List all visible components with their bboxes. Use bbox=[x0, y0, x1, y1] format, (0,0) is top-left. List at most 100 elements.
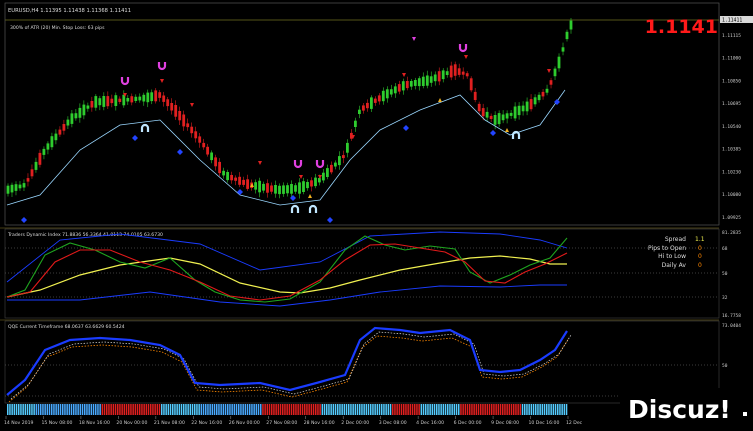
histogram-bar bbox=[537, 404, 539, 415]
histogram-bar bbox=[515, 404, 517, 415]
candle-body bbox=[354, 120, 357, 127]
candle-body bbox=[262, 183, 265, 191]
price-axis-label: 1.11000 bbox=[722, 56, 741, 62]
histogram-bar bbox=[209, 404, 211, 415]
histogram-bar bbox=[306, 404, 308, 415]
histogram-bar bbox=[200, 404, 203, 415]
histogram-bar bbox=[229, 404, 231, 415]
histogram-bar bbox=[282, 404, 284, 415]
candle-body bbox=[545, 88, 549, 93]
candle-body bbox=[106, 96, 110, 107]
histogram-bar bbox=[147, 404, 150, 415]
histogram-bar bbox=[213, 404, 216, 415]
histogram-bar bbox=[420, 404, 423, 415]
price-axis-label: 1.11115 bbox=[722, 33, 741, 39]
candle-body bbox=[433, 74, 437, 82]
histogram-bar bbox=[273, 404, 275, 415]
candle-body bbox=[90, 101, 94, 108]
histogram-bar bbox=[158, 404, 161, 415]
histogram-bar bbox=[189, 404, 192, 415]
candle-body bbox=[370, 97, 373, 109]
histogram-bar bbox=[530, 404, 533, 415]
histogram-bar bbox=[471, 404, 473, 415]
price-axis-label: 1.10695 bbox=[722, 101, 741, 107]
candle-body bbox=[561, 47, 565, 52]
histogram-bar bbox=[167, 404, 170, 415]
price-axis-label: 1.09925 bbox=[722, 215, 741, 221]
histogram-bar bbox=[359, 404, 361, 415]
candle-body bbox=[218, 161, 221, 174]
tdi-axis-50: 50 bbox=[722, 271, 728, 277]
daily-av-label: Daily Av bbox=[662, 262, 687, 269]
histogram-bar bbox=[152, 404, 154, 415]
histogram-bar bbox=[279, 404, 282, 415]
histogram-bar bbox=[301, 404, 304, 415]
histogram-bar bbox=[411, 404, 414, 415]
histogram-bar bbox=[224, 404, 227, 415]
histogram-bar bbox=[227, 404, 229, 415]
histogram-bar bbox=[414, 404, 416, 415]
histogram-bar bbox=[288, 404, 291, 415]
histogram-bar bbox=[405, 404, 407, 415]
histogram-bar bbox=[253, 404, 255, 415]
histogram-bar bbox=[486, 404, 489, 415]
histogram-bar bbox=[150, 404, 152, 415]
histogram-bar bbox=[79, 404, 82, 415]
candle-body bbox=[417, 78, 421, 87]
candle-body bbox=[98, 98, 102, 106]
histogram-bar bbox=[202, 404, 205, 415]
histogram-bar bbox=[464, 404, 467, 415]
histogram-bar bbox=[15, 404, 18, 415]
candle-body bbox=[30, 169, 34, 177]
candle-body bbox=[429, 76, 433, 83]
candle-body bbox=[294, 185, 297, 192]
time-axis-label: 18 Nov 16:00 bbox=[79, 420, 110, 426]
candle-body bbox=[234, 177, 237, 181]
candle-body bbox=[565, 31, 569, 40]
candle-body bbox=[481, 108, 485, 117]
candle-body bbox=[314, 177, 317, 187]
time-axis-label: 12 Dec bbox=[566, 420, 583, 426]
histogram-bar bbox=[383, 404, 385, 415]
candle-body bbox=[529, 99, 533, 110]
histogram-bar bbox=[491, 404, 493, 415]
histogram-bar bbox=[141, 404, 143, 415]
candle-body bbox=[501, 114, 505, 121]
histogram-bar bbox=[242, 404, 244, 415]
histogram-bar bbox=[506, 404, 508, 415]
candle-body bbox=[78, 107, 82, 118]
histogram-bar bbox=[101, 404, 104, 415]
histogram-bar bbox=[110, 404, 112, 415]
histogram-bar bbox=[469, 404, 471, 415]
candle-body bbox=[206, 146, 209, 155]
candle-body bbox=[525, 101, 529, 112]
histogram-bar bbox=[235, 404, 238, 415]
histogram-bar bbox=[482, 404, 484, 415]
histogram-bar bbox=[121, 404, 123, 415]
histogram-bar bbox=[51, 404, 53, 415]
histogram-bar bbox=[33, 404, 35, 415]
histogram-bar bbox=[35, 404, 38, 415]
candle-body bbox=[50, 136, 54, 148]
histogram-bar bbox=[354, 404, 357, 415]
histogram-bar bbox=[165, 404, 167, 415]
histogram-bar bbox=[262, 404, 264, 415]
histogram-bar bbox=[535, 404, 537, 415]
histogram-bar bbox=[112, 404, 115, 415]
candle-body bbox=[182, 114, 186, 127]
candle-body bbox=[62, 124, 66, 131]
candle-body bbox=[14, 184, 18, 191]
candle-body bbox=[389, 89, 393, 95]
candle-body bbox=[130, 96, 134, 103]
histogram-bar bbox=[139, 404, 141, 415]
candle-body bbox=[266, 183, 269, 193]
histogram-bar bbox=[565, 404, 568, 415]
candle-body bbox=[445, 71, 449, 75]
histogram-bar bbox=[442, 404, 445, 415]
histogram-bar bbox=[128, 404, 130, 415]
histogram-bar bbox=[277, 404, 280, 415]
histogram-bar bbox=[361, 404, 363, 415]
time-axis-label: 27 Nov 08:00 bbox=[266, 420, 297, 426]
candle-body bbox=[26, 178, 30, 182]
candle-body bbox=[214, 157, 217, 167]
